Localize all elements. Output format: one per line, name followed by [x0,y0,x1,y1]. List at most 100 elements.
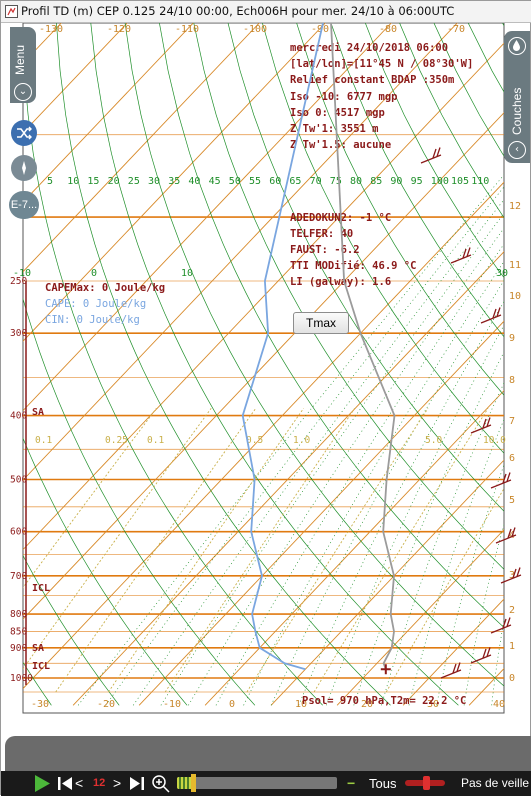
info-line-ztw15: Z Tw'1.5: aucune [290,139,391,151]
height-km-label: 12 [509,201,521,212]
window-title: Profil TD (m) CEP 0.125 24/10 00:00, Ech… [21,4,454,18]
theta-tick-label: 40 [188,176,200,187]
title-bar: Profil TD (m) CEP 0.125 24/10 00:00, Ech… [1,1,531,23]
skewt-svg: 2503004005006007008008509001000-130-120-… [1,23,531,736]
skewt-diagram[interactable]: 2503004005006007008008509001000-130-120-… [1,23,531,736]
index-line-li: LI (galway): 1.6 [290,276,391,288]
mixing-ratio-label: 1.0 [293,435,310,446]
pressure-tick-label: 900 [10,643,27,654]
theta-tick-label: 65 [289,176,301,187]
theta-tick-label: 5 [47,176,53,187]
theta-tick-label: 45 [209,176,221,187]
psol-label: Psol= 970 hPa,T2m= 22.2 °C [302,695,466,707]
skip-forward-icon [129,774,145,793]
height-km-label: 6 [509,453,515,464]
layers-label: Couches [510,88,524,135]
theta-tick-label: 50 [229,176,241,187]
theta-tick-label: 60 [269,176,281,187]
info-line-ztw1: Z Tw'1: 3551 m [290,123,379,135]
height-km-label: 8 [509,375,515,386]
speed-slider-handle[interactable] [423,776,430,790]
chevron-left-icon[interactable]: ‹ [508,141,526,159]
previous-button[interactable]: < [75,774,87,793]
top-temp-tick-label: -130 [39,24,63,35]
cape-label: CAPE: 0 Joule/kg [45,298,146,310]
pressure-tick-label: 300 [10,328,27,339]
theta-tick-label: 35 [168,176,180,187]
index-line-faust: FAUST: -6.2 [290,244,360,256]
play-icon [33,774,51,793]
chevron-down-icon[interactable]: ⌄ [14,83,32,101]
index-line-telfer: TELFER: 40 [290,228,353,240]
timeline-bar[interactable] [177,777,337,789]
theta-tick-label: 20 [108,176,120,187]
level-marker-label: ICL [32,661,50,672]
minus-button[interactable]: − [347,774,359,793]
top-temp-tick-label: -70 [447,24,465,35]
pressure-tick-label: 800 [10,609,27,620]
top-temp-tick-label: -100 [243,24,267,35]
cin-label: CIN: 0 Joule/kg [45,314,140,326]
info-line-date-line: mercredi 24/10/2018 06:00 [290,42,448,54]
top-temp-tick-label: -110 [175,24,199,35]
ech-button[interactable]: E-7... [9,191,39,219]
height-km-label: 7 [509,416,515,427]
index-line-tti: TTI MODifié: 46.9 °C [290,260,416,272]
bottom-tabstrip [1,736,531,771]
navigation-button[interactable] [11,155,37,181]
step-indicator: 12 [93,774,109,793]
shuffle-button[interactable] [11,120,37,146]
theta-tick-label: 80 [350,176,362,187]
bottom-temp-tick-label: 40 [493,699,505,710]
bottom-temp-tick-label: -30 [31,699,49,710]
level-marker-label: ICL [32,583,50,594]
height-km-label: 2 [509,605,515,616]
theta-tick-label: 105 [451,176,469,187]
height-km-label: 0 [509,673,515,684]
bottom-temp-tick-label: -20 [97,699,115,710]
mixing-ratio-label: 0.1 [147,435,164,446]
zoom-button[interactable] [151,774,171,793]
tous-label[interactable]: Tous [369,774,409,793]
pressure-tick-label: 700 [10,571,27,582]
drop-icon[interactable] [508,37,526,55]
app-icon [5,5,18,18]
bottom-temp-tick-label: 0 [229,699,235,710]
info-line-relief-line: Relief constant BDAP :350m [290,74,454,86]
mixing-ratio-label: 0.1 [35,435,52,446]
theta-tick-label: 90 [390,176,402,187]
first-frame-button[interactable] [57,774,73,793]
shuffle-icon [15,124,33,142]
theta-tick-label: 10 [67,176,79,187]
level-marker-label: SA [32,407,44,418]
last-frame-button[interactable] [129,774,145,793]
timeline-handle[interactable] [191,774,196,792]
bottom-tab[interactable] [5,736,531,771]
pressure-tick-label: 1000 [10,673,33,684]
sounding-window: Profil TD (m) CEP 0.125 24/10 00:00, Ech… [0,0,531,795]
layers-tab[interactable]: Couches ‹ [504,31,530,163]
pressure-tick-label: 400 [10,411,27,422]
mid-temp-tick-label: 30 [496,268,508,279]
compass-icon [15,159,33,177]
tmax-button[interactable]: Tmax [293,312,349,334]
theta-tick-label: 95 [411,176,423,187]
theta-tick-label: 25 [128,176,140,187]
height-km-label: 5 [509,495,515,506]
bottom-temp-tick-label: -10 [163,699,181,710]
mid-temp-tick-label: 0 [91,268,97,279]
menu-tab[interactable]: Menu ⌄ [10,27,36,103]
theta-tick-label: 110 [471,176,489,187]
pressure-tick-label: 500 [10,475,27,486]
info-line-coords-line: [lat/lon]=[11°45 N / 08°30'W] [290,58,473,70]
next-button[interactable]: > [113,774,125,793]
mixing-ratio-label: 5.0 [425,435,442,446]
mixing-ratio-label: 10.0 [483,435,506,446]
top-temp-tick-label: -80 [379,24,397,35]
skip-back-icon [57,774,73,793]
play-button[interactable] [33,774,53,793]
theta-tick-label: 55 [249,176,261,187]
playback-controls: < 12 > − Tous Pas de veille [1,771,531,796]
height-km-label: 10 [509,291,521,302]
height-km-label: 1 [509,641,515,652]
